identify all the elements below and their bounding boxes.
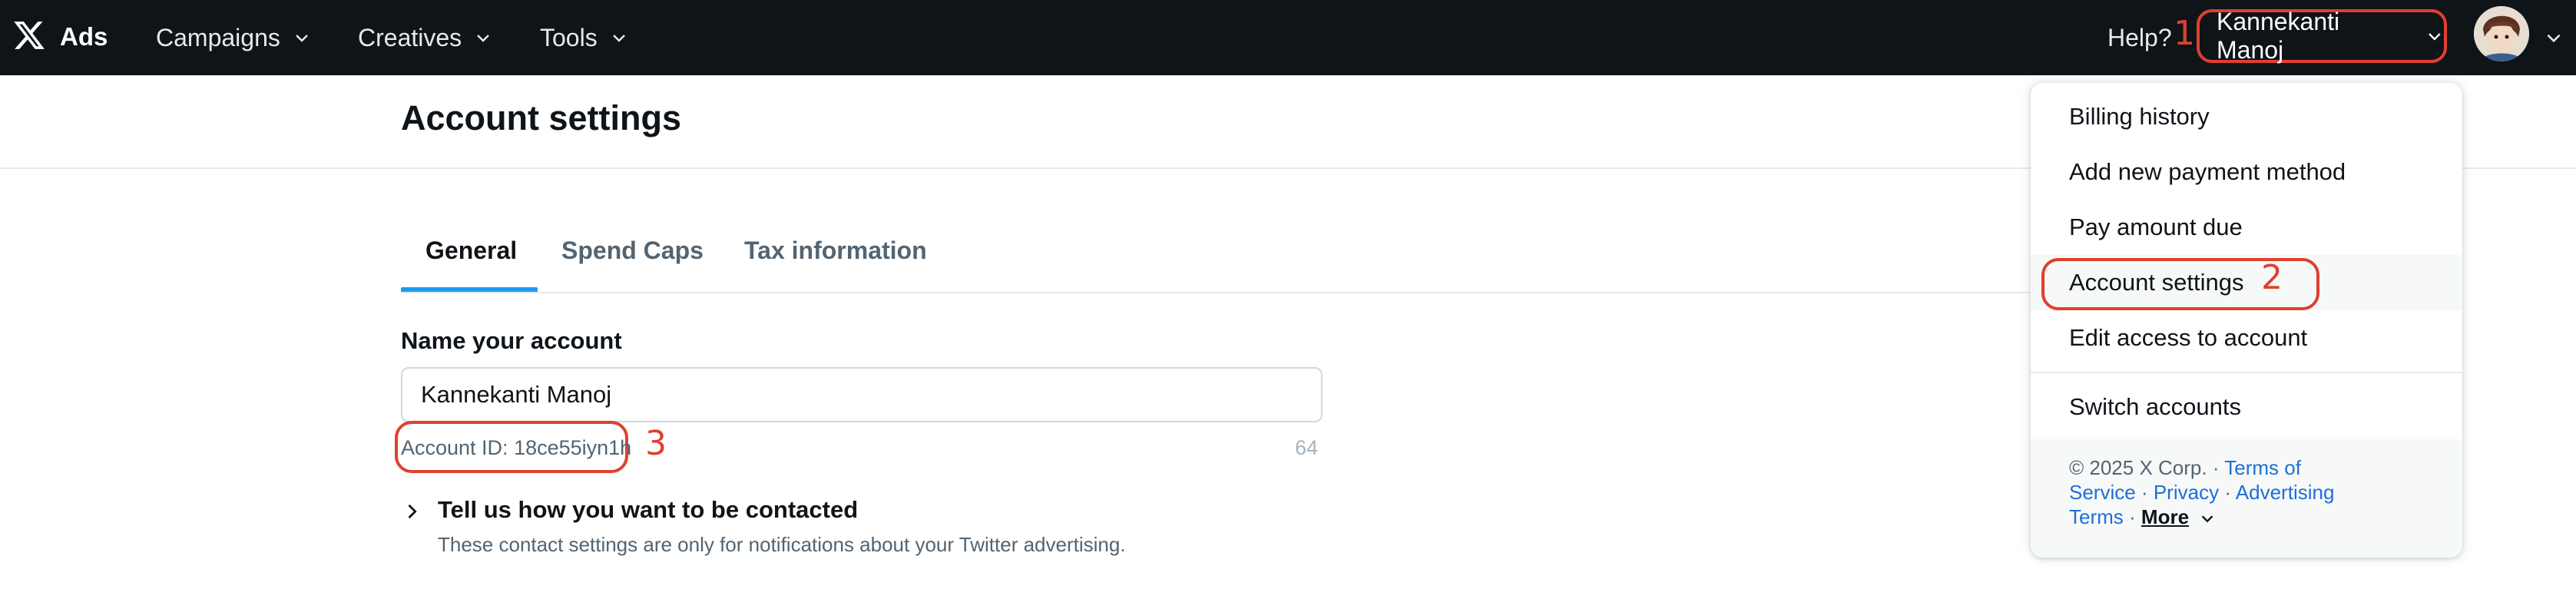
- footer-separator: ·: [2129, 505, 2136, 528]
- menu-item-pay-amount-due[interactable]: Pay amount due: [2031, 200, 2462, 255]
- nav-creatives[interactable]: Creatives: [358, 18, 492, 57]
- menu-item-label: Billing history: [2069, 103, 2210, 130]
- menu-item-add-payment-method[interactable]: Add new payment method: [2031, 144, 2462, 200]
- top-navigation-bar: Ads Campaigns Creatives Tools Help? 1 Ka…: [0, 0, 2576, 75]
- account-name: Kannekanti Manoj: [2217, 8, 2340, 64]
- contact-settings-description: These contact settings are only for noti…: [438, 533, 1126, 556]
- help-link[interactable]: Help?: [2107, 18, 2172, 57]
- menu-item-edit-access[interactable]: Edit access to account: [2031, 310, 2462, 366]
- tab-general[interactable]: General: [425, 237, 517, 265]
- chevron-down-icon: [2429, 33, 2441, 41]
- chevron-down-icon: [612, 35, 625, 42]
- page-title: Account settings: [401, 98, 682, 137]
- account-name-label: Name your account: [401, 327, 622, 354]
- menu-item-switch-accounts[interactable]: Switch accounts: [2031, 379, 2462, 435]
- chevron-down-icon: [296, 35, 308, 42]
- menu-footer: © 2025 X Corp. · Terms of Service · Priv…: [2031, 439, 2462, 558]
- account-name-input[interactable]: [401, 367, 1323, 422]
- tab-spend-caps[interactable]: Spend Caps: [561, 237, 704, 265]
- nav-campaigns[interactable]: Campaigns: [156, 18, 311, 57]
- nav-tools-label: Tools: [540, 23, 598, 51]
- account-switcher-button[interactable]: Kannekanti Manoj: [2197, 8, 2447, 64]
- nav-tools[interactable]: Tools: [540, 18, 628, 57]
- footer-separator: ·: [2224, 481, 2231, 504]
- menu-item-label: Add new payment method: [2069, 158, 2346, 185]
- annotation-number-3: 3: [645, 424, 667, 463]
- tab-tax-information[interactable]: Tax information: [744, 237, 927, 265]
- chevron-down-icon[interactable]: [2199, 510, 2216, 527]
- character-counter: 64: [1295, 436, 1319, 459]
- menu-item-label: Edit access to account: [2069, 324, 2308, 351]
- footer-separator: ·: [2141, 481, 2148, 504]
- menu-item-label: Pay amount due: [2069, 213, 2243, 240]
- copyright-text: © 2025 X Corp. ·: [2069, 456, 2220, 479]
- footer-line-1: © 2025 X Corp. · Terms of: [2069, 456, 2301, 480]
- account-id: Account ID: 18ce55iyn1h: [401, 436, 632, 459]
- terms-of-service-link[interactable]: Terms of: [2224, 456, 2301, 479]
- contact-settings-title: Tell us how you want to be contacted: [438, 496, 859, 523]
- avatar[interactable]: [2474, 6, 2529, 61]
- annotation-number-1: 1: [2174, 14, 2195, 53]
- x-logo-icon: [12, 18, 46, 56]
- tabs-divider: [401, 292, 2244, 293]
- menu-item-label: Switch accounts: [2069, 393, 2241, 420]
- more-button[interactable]: More: [2141, 505, 2189, 528]
- nav-campaigns-label: Campaigns: [156, 23, 280, 51]
- terms-of-service-link-cont[interactable]: Service: [2069, 481, 2136, 504]
- nav-creatives-label: Creatives: [358, 23, 462, 51]
- contact-settings-toggle[interactable]: Tell us how you want to be contacted: [401, 496, 858, 524]
- settings-tabs: General Spend Caps Tax information: [401, 223, 2244, 293]
- chevron-right-icon: [408, 504, 417, 519]
- account-dropdown-menu: Billing history Add new payment method P…: [2031, 83, 2462, 558]
- footer-line-2: Service · Privacy · Advertising: [2069, 481, 2334, 505]
- footer-line-3: Terms · More: [2069, 505, 2216, 529]
- chevron-down-icon[interactable]: [2544, 28, 2564, 48]
- menu-item-billing-history[interactable]: Billing history: [2031, 89, 2462, 144]
- menu-divider: [2031, 372, 2462, 373]
- chevron-down-icon: [477, 35, 490, 42]
- brand[interactable]: Ads: [12, 17, 108, 57]
- advertising-terms-link-cont[interactable]: Terms: [2069, 505, 2124, 528]
- privacy-link[interactable]: Privacy: [2154, 481, 2219, 504]
- annotation-number-2: 2: [2261, 258, 2283, 297]
- advertising-terms-link[interactable]: Advertising: [2236, 481, 2335, 504]
- brand-text: Ads: [60, 22, 108, 51]
